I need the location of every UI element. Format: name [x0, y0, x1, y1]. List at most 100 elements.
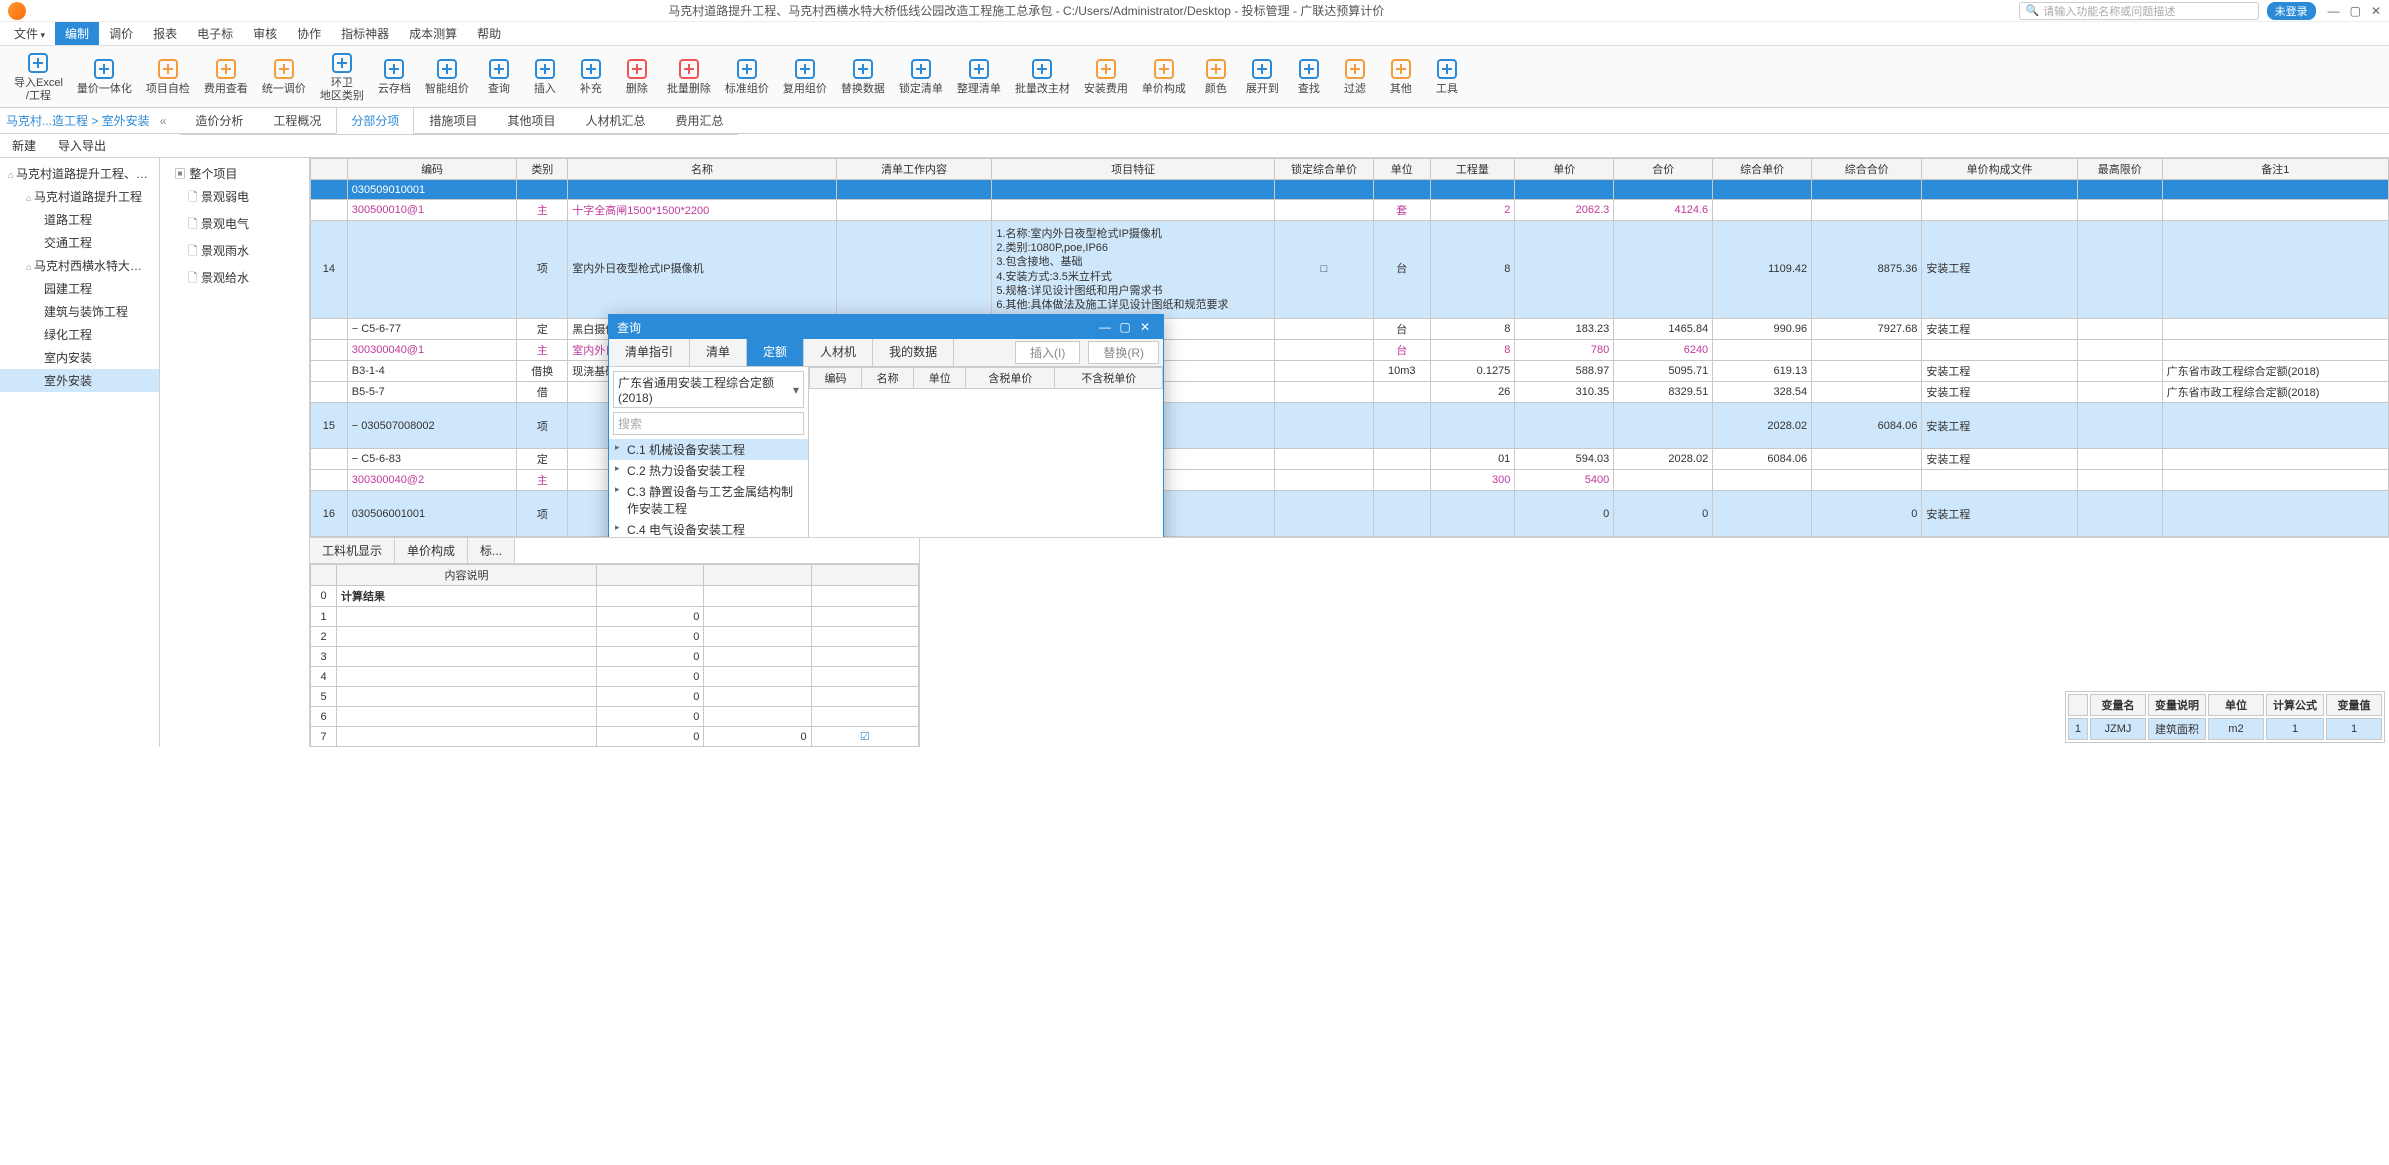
- menu-电子标[interactable]: 电子标: [187, 22, 243, 45]
- nav-item[interactable]: 马克村道路提升工程、马克村西...: [0, 162, 159, 185]
- ribbon-其他[interactable]: 其他: [1379, 48, 1423, 105]
- quota-tree-item[interactable]: C.4 电气设备安装工程: [609, 519, 808, 537]
- menu-报表[interactable]: 报表: [143, 22, 187, 45]
- category-item[interactable]: 景观电气: [160, 212, 309, 239]
- category-item[interactable]: 景观弱电: [160, 185, 309, 212]
- ribbon-颜色[interactable]: 颜色: [1194, 48, 1238, 105]
- minimize-button[interactable]: —: [2328, 4, 2340, 18]
- quota-tree-item[interactable]: C.1 机械设备安装工程: [609, 439, 808, 460]
- ribbon-云存档[interactable]: 云存档: [372, 48, 417, 105]
- dialog-minimize-icon[interactable]: —: [1095, 320, 1115, 334]
- dialog-maximize-icon[interactable]: ▢: [1115, 320, 1135, 334]
- tab-人材机汇总[interactable]: 人材机汇总: [570, 107, 660, 134]
- grid-header[interactable]: 项目特征: [992, 159, 1275, 180]
- ribbon-查询[interactable]: 查询: [477, 48, 521, 105]
- menu-文件[interactable]: 文件: [4, 22, 55, 45]
- ribbon-标准组价[interactable]: 标准组价: [719, 48, 775, 105]
- ribbon-环卫地区类别[interactable]: 环卫地区类别: [314, 48, 370, 105]
- nav-item[interactable]: 马克村西横水特大桥低线公...: [0, 254, 159, 277]
- grid-header[interactable]: 锁定综合单价: [1275, 159, 1374, 180]
- detail-tab[interactable]: 单价构成: [395, 538, 468, 563]
- tab-费用汇总[interactable]: 费用汇总: [660, 107, 738, 134]
- menu-成本测算[interactable]: 成本测算: [399, 22, 467, 45]
- nav-item[interactable]: 室内安装: [0, 346, 159, 369]
- grid-header[interactable]: 工程量: [1430, 159, 1515, 180]
- tab-造价分析[interactable]: 造价分析: [180, 107, 258, 134]
- menu-调价[interactable]: 调价: [99, 22, 143, 45]
- ribbon-统一调价[interactable]: 统一调价: [256, 48, 312, 105]
- dialog-tab[interactable]: 定额: [747, 339, 804, 366]
- ribbon-费用查看[interactable]: 费用查看: [198, 48, 254, 105]
- grid-header[interactable]: 最高限价: [2077, 159, 2162, 180]
- breadcrumb-path[interactable]: 马克村...造工程 > 室外安装: [6, 112, 150, 129]
- menu-帮助[interactable]: 帮助: [467, 22, 511, 45]
- global-search-input[interactable]: 🔍 请输入功能名称或问题描述: [2019, 2, 2259, 20]
- ribbon-智能组价[interactable]: 智能组价: [419, 48, 475, 105]
- category-item[interactable]: 景观雨水: [160, 239, 309, 266]
- nav-item[interactable]: 交通工程: [0, 231, 159, 254]
- ribbon-查找[interactable]: 查找: [1287, 48, 1331, 105]
- grid-header[interactable]: 编码: [347, 159, 517, 180]
- grid-header[interactable]: 清单工作内容: [836, 159, 991, 180]
- dialog-tab[interactable]: 人材机: [804, 339, 873, 366]
- quota-result-grid[interactable]: 编码名称单位含税单价不含税单价: [809, 367, 1163, 389]
- ribbon-批量删除[interactable]: 批量删除: [661, 48, 717, 105]
- ribbon-项目自检[interactable]: 项目自检: [140, 48, 196, 105]
- nav-item[interactable]: 园建工程: [0, 277, 159, 300]
- quota-tree-item[interactable]: C.2 热力设备安装工程: [609, 460, 808, 481]
- nav-item[interactable]: 马克村道路提升工程: [0, 185, 159, 208]
- grid-row[interactable]: 14项室内外日夜型枪式IP摄像机1.名称:室内外日夜型枪式IP摄像机 2.类别:…: [311, 221, 2389, 319]
- maximize-button[interactable]: ▢: [2350, 4, 2361, 18]
- ribbon-批量改主材[interactable]: 批量改主材: [1009, 48, 1076, 105]
- ribbon-工具[interactable]: 工具: [1425, 48, 1469, 105]
- menu-审核[interactable]: 审核: [243, 22, 287, 45]
- detail-tab[interactable]: 工料机显示: [310, 538, 395, 563]
- menu-协作[interactable]: 协作: [287, 22, 331, 45]
- category-item[interactable]: 景观给水: [160, 266, 309, 293]
- nav-item[interactable]: 建筑与装饰工程: [0, 300, 159, 323]
- dialog-tab[interactable]: 我的数据: [873, 339, 954, 366]
- ribbon-单价构成[interactable]: 单价构成: [1136, 48, 1192, 105]
- new-button[interactable]: 新建: [6, 137, 42, 154]
- grid-header[interactable]: 综合单价: [1713, 159, 1812, 180]
- ribbon-量价一体化[interactable]: 量价一体化: [71, 48, 138, 105]
- dialog-tab[interactable]: 清单: [690, 339, 747, 366]
- grid-row[interactable]: 030509010001: [311, 180, 2389, 200]
- grid-header[interactable]: [311, 159, 348, 180]
- checkbox[interactable]: ☑: [811, 747, 918, 748]
- nav-item[interactable]: 室外安装: [0, 369, 159, 392]
- ribbon-插入[interactable]: 插入: [523, 48, 567, 105]
- tab-分部分项[interactable]: 分部分项: [336, 107, 414, 134]
- checkbox[interactable]: ☑: [811, 727, 918, 747]
- category-root[interactable]: 整个项目: [160, 162, 309, 185]
- variable-table[interactable]: 变量名变量说明单位计算公式变量值 1JZMJ建筑面积m211: [2065, 691, 2385, 743]
- ribbon-安装费用[interactable]: 安装费用: [1078, 48, 1134, 105]
- tab-工程概况[interactable]: 工程概况: [258, 107, 336, 134]
- grid-header[interactable]: 综合合价: [1812, 159, 1922, 180]
- quota-search-input[interactable]: 搜索: [613, 412, 804, 435]
- grid-header[interactable]: 备注1: [2162, 159, 2388, 180]
- detail-tab[interactable]: 标...: [468, 538, 515, 563]
- login-status-badge[interactable]: 未登录: [2267, 2, 2316, 20]
- import-export-button[interactable]: 导入导出: [52, 137, 112, 154]
- calc-grid[interactable]: 内容说明0计算结果102030405060700☑800☑900☑1000☑: [310, 564, 919, 747]
- grid-header[interactable]: 单价构成文件: [1922, 159, 2077, 180]
- ribbon-补充[interactable]: 补充: [569, 48, 613, 105]
- ribbon-展开到[interactable]: 展开到: [1240, 48, 1285, 105]
- quota-tree-item[interactable]: C.3 静置设备与工艺金属结构制作安装工程: [609, 481, 808, 519]
- ribbon-替换数据[interactable]: 替换数据: [835, 48, 891, 105]
- nav-item[interactable]: 绿化工程: [0, 323, 159, 346]
- close-button[interactable]: ✕: [2371, 4, 2381, 18]
- tab-措施项目[interactable]: 措施项目: [414, 107, 492, 134]
- ribbon-复用组价[interactable]: 复用组价: [777, 48, 833, 105]
- insert-button[interactable]: 插入(I): [1015, 341, 1080, 364]
- ribbon-删除[interactable]: 删除: [615, 48, 659, 105]
- ribbon-锁定清单[interactable]: 锁定清单: [893, 48, 949, 105]
- tab-其他项目[interactable]: 其他项目: [492, 107, 570, 134]
- nav-item[interactable]: 道路工程: [0, 208, 159, 231]
- ribbon-整理清单[interactable]: 整理清单: [951, 48, 1007, 105]
- replace-button[interactable]: 替换(R): [1088, 341, 1159, 364]
- grid-header[interactable]: 单价: [1515, 159, 1614, 180]
- breadcrumb-collapse-icon[interactable]: «: [160, 114, 167, 128]
- grid-header[interactable]: 类别: [517, 159, 568, 180]
